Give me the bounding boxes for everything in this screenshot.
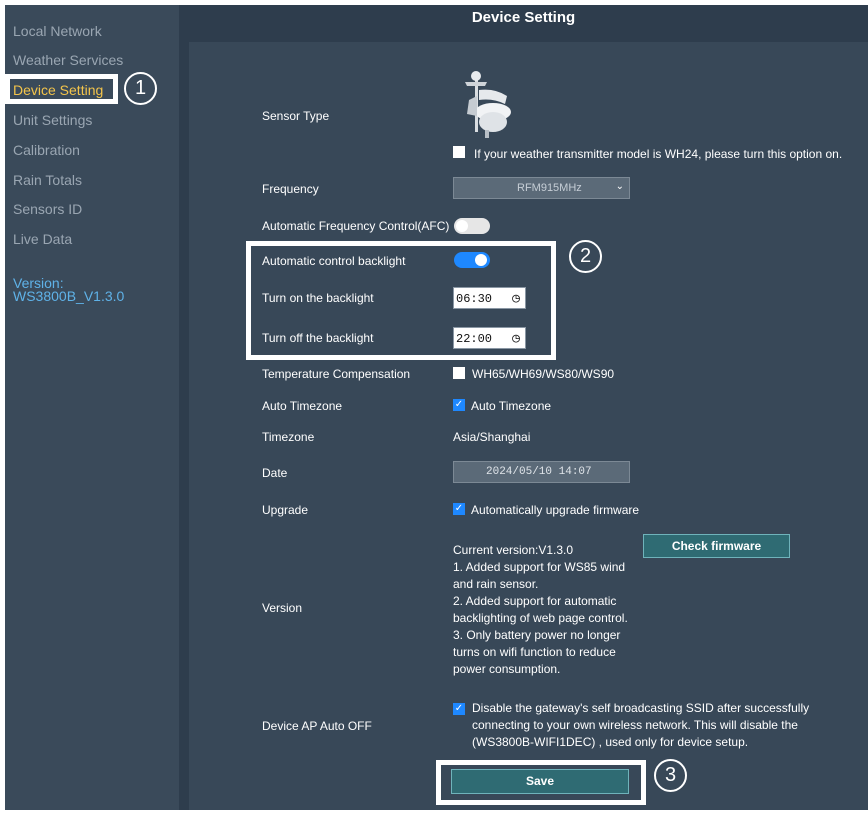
sidebar-item-live-data[interactable]: Live Data bbox=[13, 231, 72, 247]
backlight-off-value: 22:00 bbox=[456, 332, 493, 346]
chevron-down-icon: ⌄ bbox=[615, 181, 624, 192]
backlight-on-time-input[interactable]: 06:30 ◷ bbox=[453, 287, 526, 309]
clock-icon[interactable]: ◷ bbox=[512, 291, 520, 306]
sidebar-item-label: Device Setting bbox=[13, 82, 104, 98]
wh24-checkbox[interactable] bbox=[453, 146, 465, 158]
version-note-line: 3. Only battery power no longer bbox=[453, 628, 621, 642]
callout-badge-1: 1 bbox=[124, 72, 157, 105]
auto-timezone-checkbox[interactable]: ✓ bbox=[453, 399, 465, 411]
frequency-select[interactable]: RFM915MHz ⌄ bbox=[453, 177, 630, 199]
ap-auto-off-line: (WS3800B-WIFI1DEC) , used only for devic… bbox=[472, 735, 749, 749]
ap-auto-off-line: connecting to your own wireless network.… bbox=[472, 718, 798, 732]
sidebar-item-weather-services[interactable]: Weather Services bbox=[13, 52, 123, 68]
sidebar-item-calibration[interactable]: Calibration bbox=[13, 142, 80, 158]
callout-badge-2: 2 bbox=[569, 240, 602, 273]
backlight-off-time-input[interactable]: 22:00 ◷ bbox=[453, 327, 526, 349]
version-note-line: Current version:V1.3.0 bbox=[453, 543, 574, 557]
version-note-line: 1. Added support for WS85 wind bbox=[453, 560, 626, 574]
check-icon: ✓ bbox=[454, 399, 464, 410]
version-note-line: turns on wifi function to reduce bbox=[453, 645, 616, 659]
afc-label: Automatic Frequency Control(AFC) bbox=[262, 219, 450, 233]
ap-auto-off-label: Device AP Auto OFF bbox=[262, 719, 372, 733]
check-icon: ✓ bbox=[454, 703, 464, 714]
auto-timezone-label: Auto Timezone bbox=[262, 399, 343, 413]
sidebar-item-device-setting[interactable]: Device Setting bbox=[5, 74, 118, 104]
version-value: WS3800B_V1.3.0 bbox=[13, 288, 125, 304]
timezone-value: Asia/Shanghai bbox=[453, 430, 531, 444]
check-icon: ✓ bbox=[454, 503, 464, 514]
auto-timezone-option-text: Auto Timezone bbox=[471, 399, 552, 413]
toggle-knob bbox=[456, 220, 468, 232]
backlight-on-label: Turn on the backlight bbox=[262, 291, 374, 305]
temp-comp-checkbox[interactable] bbox=[453, 367, 465, 379]
save-button[interactable]: Save bbox=[451, 769, 629, 794]
upgrade-checkbox[interactable]: ✓ bbox=[453, 503, 465, 515]
auto-backlight-label: Automatic control backlight bbox=[262, 254, 406, 268]
date-value: 2024/05/10 14:07 bbox=[486, 466, 592, 478]
version-notes: Current version:V1.3.0 1. Added support … bbox=[453, 542, 638, 678]
auto-backlight-toggle[interactable] bbox=[454, 252, 490, 268]
backlight-on-value: 06:30 bbox=[456, 292, 493, 306]
sensor-type-label: Sensor Type bbox=[262, 109, 330, 123]
version-note-line: power consumption. bbox=[453, 662, 561, 676]
upgrade-option-text: Automatically upgrade firmware bbox=[471, 503, 640, 517]
temp-comp-option-text: WH65/WH69/WS80/WS90 bbox=[472, 367, 615, 381]
sidebar-item-local-network[interactable]: Local Network bbox=[13, 23, 102, 39]
sidebar-item-rain-totals[interactable]: Rain Totals bbox=[13, 172, 82, 188]
version-note-line: and rain sensor. bbox=[453, 577, 539, 591]
frequency-label: Frequency bbox=[262, 182, 319, 196]
date-label: Date bbox=[262, 466, 288, 480]
upgrade-label: Upgrade bbox=[262, 503, 309, 517]
afc-toggle[interactable] bbox=[454, 218, 490, 234]
ap-auto-off-checkbox[interactable]: ✓ bbox=[453, 703, 465, 715]
version-note-line: backlighting of web page control. bbox=[453, 611, 628, 625]
toggle-knob bbox=[475, 254, 487, 266]
check-firmware-button[interactable]: Check firmware bbox=[643, 534, 790, 558]
date-field[interactable]: 2024/05/10 14:07 bbox=[453, 461, 630, 483]
ap-auto-off-text: Disable the gateway's self broadcasting … bbox=[472, 700, 832, 751]
backlight-off-label: Turn off the backlight bbox=[262, 331, 374, 345]
callout-badge-3: 3 bbox=[654, 759, 687, 792]
version-row-label: Version bbox=[262, 601, 303, 615]
version-note-line: 2. Added support for automatic bbox=[453, 594, 617, 608]
ap-auto-off-line: Disable the gateway's self broadcasting … bbox=[472, 701, 810, 715]
temp-comp-label: Temperature Compensation bbox=[262, 367, 411, 381]
sidebar-item-sensors-id[interactable]: Sensors ID bbox=[13, 201, 82, 217]
weather-sensor-icon bbox=[465, 71, 511, 138]
timezone-label: Timezone bbox=[262, 430, 315, 444]
frequency-value: RFM915MHz bbox=[517, 182, 582, 194]
app-root: Local Network Weather Services Device Se… bbox=[0, 0, 868, 815]
sidebar-item-unit-settings[interactable]: Unit Settings bbox=[13, 112, 92, 128]
wh24-option-text: If your weather transmitter model is WH2… bbox=[474, 147, 843, 161]
page-title: Device Setting bbox=[471, 9, 576, 26]
clock-icon[interactable]: ◷ bbox=[512, 331, 520, 346]
